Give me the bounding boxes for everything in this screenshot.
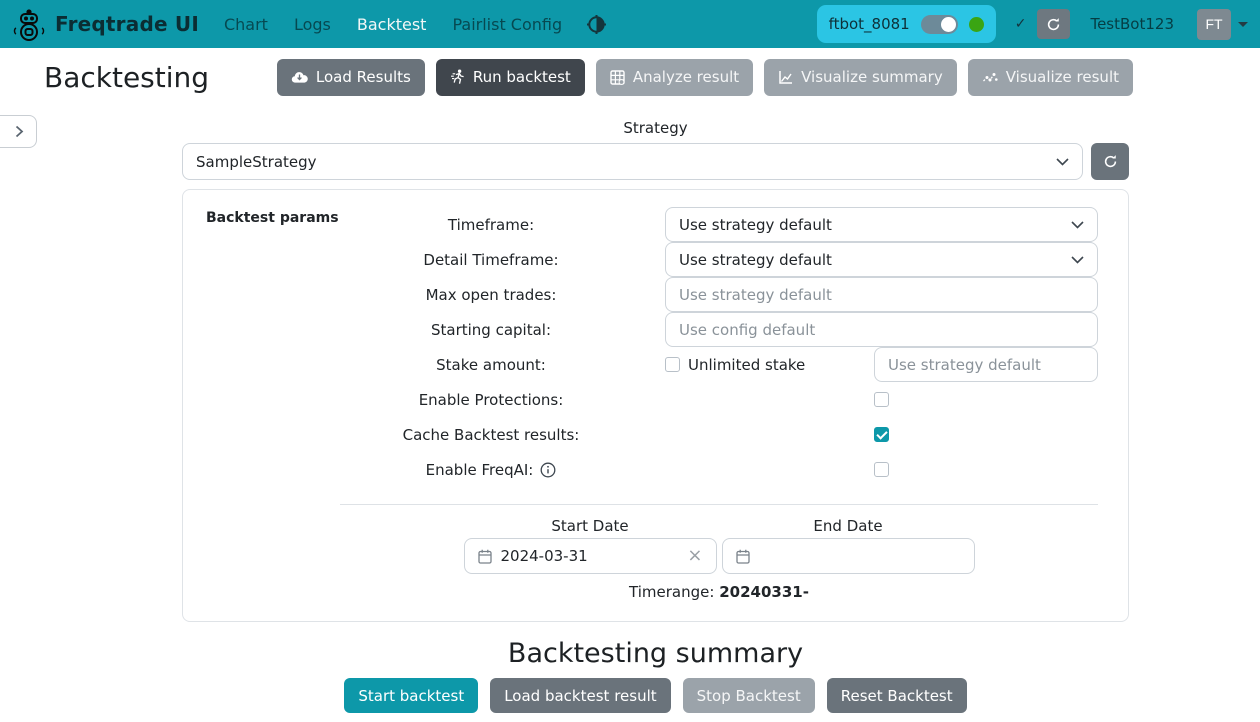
line-chart-icon bbox=[778, 70, 793, 85]
timeframe-row: Timeframe: Use strategy default bbox=[340, 207, 1098, 242]
section-title: Backtest params bbox=[206, 207, 340, 226]
starting-capital-label: Starting capital: bbox=[340, 321, 642, 339]
page-title: Backtesting bbox=[44, 61, 209, 94]
nav-item-pairlist-config[interactable]: Pairlist Config bbox=[452, 15, 562, 34]
avatar: FT bbox=[1197, 9, 1231, 40]
reset-backtest-button[interactable]: Reset Backtest bbox=[827, 678, 967, 713]
chevron-down-icon bbox=[1238, 22, 1248, 27]
stake-amount-row: Stake amount: Unlimited stake bbox=[340, 347, 1098, 382]
starting-capital-row: Starting capital: bbox=[340, 312, 1098, 347]
max-open-trades-label: Max open trades: bbox=[340, 286, 642, 304]
detail-timeframe-label: Detail Timeframe: bbox=[340, 251, 642, 269]
start-backtest-button[interactable]: Start backtest bbox=[344, 678, 478, 713]
start-date-input[interactable]: 2024-03-31 × bbox=[464, 538, 717, 574]
timerange-value: 20240331- bbox=[719, 583, 809, 601]
app-title: Freqtrade UI bbox=[55, 12, 199, 36]
clear-date-icon[interactable]: × bbox=[687, 547, 702, 565]
nav-item-logs[interactable]: Logs bbox=[294, 15, 331, 34]
reload-strategies-button[interactable] bbox=[1091, 143, 1129, 180]
brand[interactable]: Freqtrade UI bbox=[12, 6, 199, 42]
max-open-trades-row: Max open trades: bbox=[340, 277, 1098, 312]
enable-freqai-label: Enable FreqAI: bbox=[426, 461, 534, 479]
connected-check-icon: ✓ bbox=[1015, 16, 1027, 32]
enable-freqai-checkbox[interactable] bbox=[874, 462, 889, 477]
backtest-params-card: Backtest params Timeframe: Use strategy … bbox=[182, 189, 1129, 622]
timeframe-label: Timeframe: bbox=[340, 216, 642, 234]
detail-timeframe-select[interactable]: Use strategy default bbox=[665, 242, 1098, 277]
user-menu-button[interactable]: FT bbox=[1197, 9, 1248, 40]
summary-title: Backtesting summary bbox=[182, 638, 1129, 669]
refresh-bots-button[interactable] bbox=[1037, 9, 1070, 39]
robot-logo-icon bbox=[12, 6, 46, 42]
timeframe-select[interactable]: Use strategy default bbox=[665, 207, 1098, 242]
cache-results-label: Cache Backtest results: bbox=[340, 426, 642, 444]
end-date-input[interactable] bbox=[722, 538, 975, 574]
stop-backtest-button[interactable]: Stop Backtest bbox=[683, 678, 815, 713]
navbar: Freqtrade UI Chart Logs Backtest Pairlis… bbox=[0, 0, 1260, 48]
enable-freqai-row: Enable FreqAI: bbox=[340, 452, 1098, 487]
load-backtest-result-button[interactable]: Load backtest result bbox=[490, 678, 670, 713]
nav-item-backtest[interactable]: Backtest bbox=[357, 15, 427, 34]
bot-toggle[interactable] bbox=[921, 15, 958, 34]
strategy-label: Strategy bbox=[182, 119, 1129, 137]
calendar-icon bbox=[736, 549, 750, 564]
enable-protections-label: Enable Protections: bbox=[340, 391, 642, 409]
cloud-download-icon bbox=[291, 70, 308, 84]
load-results-button[interactable]: Load Results bbox=[277, 59, 425, 96]
table-icon bbox=[610, 70, 625, 85]
starting-capital-input[interactable] bbox=[665, 312, 1098, 347]
info-icon[interactable] bbox=[540, 462, 556, 478]
bot-selector[interactable]: ftbot_8081 bbox=[817, 5, 996, 43]
visualize-result-button[interactable]: Visualize result bbox=[968, 59, 1133, 96]
run-backtest-button[interactable]: Run backtest bbox=[436, 59, 585, 96]
stake-amount-label: Stake amount: bbox=[340, 356, 642, 374]
username-label: TestBot123 bbox=[1090, 15, 1174, 33]
visualize-summary-button[interactable]: Visualize summary bbox=[764, 59, 957, 96]
chevron-down-icon bbox=[1071, 256, 1084, 264]
calendar-icon bbox=[478, 549, 492, 564]
scatter-chart-icon bbox=[982, 70, 998, 85]
chevron-down-icon bbox=[1071, 221, 1084, 229]
cache-results-row: Cache Backtest results: bbox=[340, 417, 1098, 452]
detail-timeframe-row: Detail Timeframe: Use strategy default bbox=[340, 242, 1098, 277]
stake-amount-input[interactable] bbox=[874, 347, 1098, 382]
enable-protections-row: Enable Protections: bbox=[340, 382, 1098, 417]
bot-name: ftbot_8081 bbox=[829, 15, 910, 33]
strategy-select[interactable]: SampleStrategy bbox=[182, 143, 1083, 180]
navbar-right: ftbot_8081 ✓ TestBot123 FT bbox=[817, 5, 1248, 43]
header-buttons: Load Results Run backtest Analyze resu bbox=[277, 59, 1133, 96]
enable-protections-checkbox[interactable] bbox=[874, 392, 889, 407]
cache-results-checkbox[interactable] bbox=[874, 427, 889, 442]
timerange-text: Timerange: 20240331- bbox=[340, 583, 1098, 601]
refresh-icon bbox=[1103, 154, 1118, 169]
nav-links: Chart Logs Backtest Pairlist Config bbox=[224, 15, 562, 34]
online-status-dot bbox=[969, 17, 984, 32]
start-date-value: 2024-03-31 bbox=[501, 547, 679, 565]
chevron-down-icon bbox=[1056, 158, 1069, 166]
start-date-label: Start Date bbox=[464, 517, 717, 535]
sidebar-expand-button[interactable] bbox=[0, 115, 37, 148]
backtest-setup-panel: Strategy SampleStrategy Backtest params … bbox=[182, 119, 1129, 713]
theme-toggle-icon[interactable] bbox=[587, 15, 606, 34]
chevron-right-icon bbox=[15, 125, 24, 138]
max-open-trades-input[interactable] bbox=[665, 277, 1098, 312]
unlimited-stake-label: Unlimited stake bbox=[688, 356, 805, 374]
runner-icon bbox=[450, 69, 465, 85]
nav-item-chart[interactable]: Chart bbox=[224, 15, 268, 34]
page-header: Backtesting Load Results Run backtest bbox=[0, 52, 1260, 102]
analyze-result-button[interactable]: Analyze result bbox=[596, 59, 753, 96]
divider bbox=[340, 504, 1098, 505]
checkbox[interactable] bbox=[665, 357, 680, 372]
unlimited-stake-checkbox[interactable]: Unlimited stake bbox=[665, 356, 805, 374]
end-date-label: End Date bbox=[722, 517, 975, 535]
summary-buttons: Start backtest Load backtest result Stop… bbox=[182, 678, 1129, 713]
